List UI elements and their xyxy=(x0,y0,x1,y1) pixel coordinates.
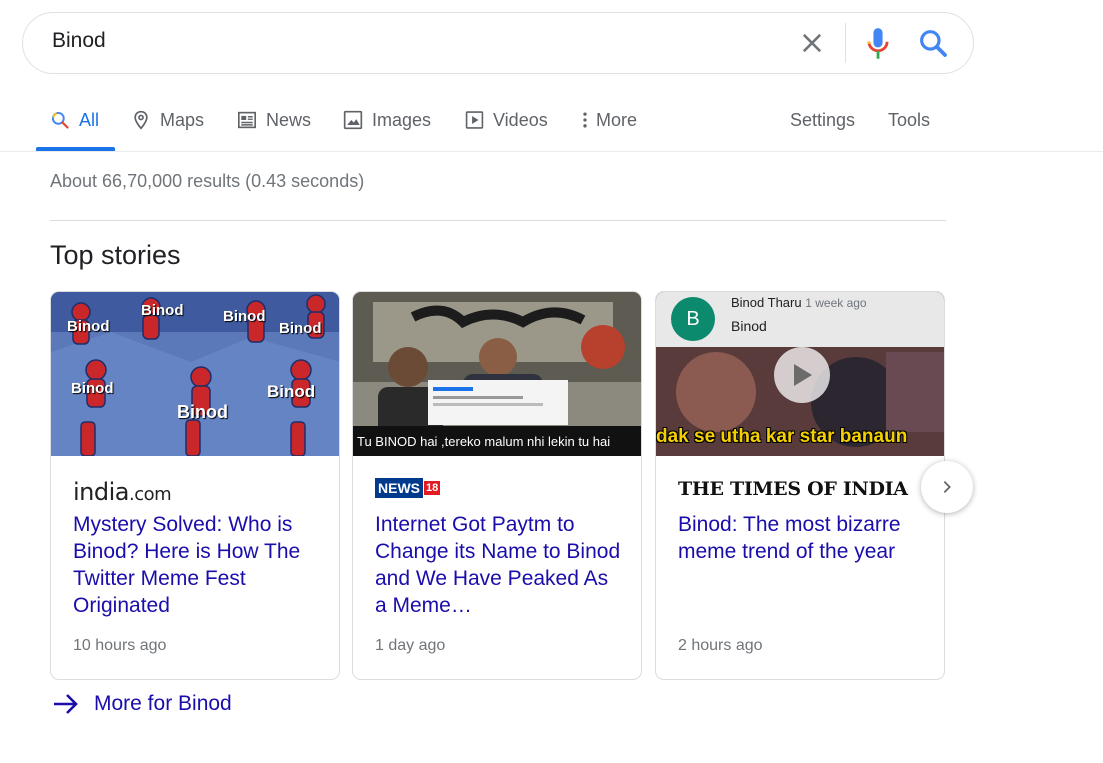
source-logo-text: THE TIMES OF INDIA xyxy=(678,478,908,500)
meme-label: Binod xyxy=(223,308,266,325)
tab-news[interactable]: News xyxy=(237,107,311,133)
search-icon xyxy=(51,111,69,129)
tab-more[interactable]: More xyxy=(580,107,637,133)
chevron-right-icon xyxy=(943,481,951,493)
tools-link[interactable]: Tools xyxy=(888,107,930,133)
story-headline[interactable]: Internet Got Paytm to Change its Name to… xyxy=(375,511,625,619)
arrow-right-icon xyxy=(54,694,78,714)
story-time: 2 hours ago xyxy=(678,637,763,654)
news-source-logo: THE TIMES OF INDIA xyxy=(678,478,908,504)
story-time: 10 hours ago xyxy=(73,637,167,654)
comment-author: Binod Tharu 1 week ago xyxy=(731,295,867,310)
clear-icon[interactable] xyxy=(798,29,826,57)
meme-label: Binod xyxy=(141,302,184,319)
video-subtitle: dak se utha kar star banaun xyxy=(656,426,908,447)
tab-label: Videos xyxy=(493,109,548,130)
comment-time: 1 week ago xyxy=(805,296,867,310)
comment-text: Binod xyxy=(731,318,767,334)
source-logo-main: india xyxy=(73,478,130,506)
settings-link[interactable]: Settings xyxy=(790,107,855,133)
play-video-icon xyxy=(465,111,484,129)
story-thumbnail: B Binod Tharu 1 week ago Binod dak se ut… xyxy=(656,292,944,456)
news-source-logo: india.com xyxy=(73,478,172,506)
meme-label: Binod xyxy=(71,380,114,397)
source-logo-badge: 18 xyxy=(424,481,441,495)
story-thumbnail: Tu BINOD hai ,tereko malum nhi lekin tu … xyxy=(353,292,641,456)
tab-label: News xyxy=(266,109,312,130)
tab-videos[interactable]: Videos xyxy=(465,107,548,133)
story-card[interactable]: Binod Binod Binod Binod Binod Binod Bino… xyxy=(50,291,340,680)
divider xyxy=(50,220,946,221)
avatar: B xyxy=(671,297,715,341)
tab-label: All xyxy=(79,109,100,130)
story-time: 1 day ago xyxy=(375,637,446,654)
meme-label: Binod xyxy=(67,318,110,335)
meme-label: Binod xyxy=(279,320,322,337)
tab-all[interactable]: All xyxy=(50,107,99,133)
tab-label: Images xyxy=(372,109,432,130)
story-thumbnail: Binod Binod Binod Binod Binod Binod Bino… xyxy=(51,292,339,456)
meme-label: Binod xyxy=(177,402,228,422)
active-tab-indicator xyxy=(36,147,115,151)
tab-images[interactable]: Images xyxy=(343,107,431,133)
result-stats: About 66,70,000 results (0.43 seconds) xyxy=(50,171,365,191)
more-stories-link[interactable]: More for Binod xyxy=(52,692,232,716)
story-headline[interactable]: Mystery Solved: Who is Binod? Here is Ho… xyxy=(73,511,323,619)
source-logo-main: NEWS xyxy=(375,478,423,498)
top-stories-title: Top stories xyxy=(50,240,181,270)
news-source-logo: NEWS 18 xyxy=(375,478,441,504)
image-icon xyxy=(343,110,363,130)
spiderman-meme-image xyxy=(51,292,339,456)
search-divider xyxy=(845,23,846,63)
more-vertical-icon xyxy=(583,112,587,128)
tab-label: Maps xyxy=(160,109,205,130)
carousel-next-button[interactable] xyxy=(921,461,973,513)
play-icon[interactable] xyxy=(774,347,830,403)
story-card[interactable]: Tu BINOD hai ,tereko malum nhi lekin tu … xyxy=(352,291,642,680)
comment-author-name: Binod Tharu xyxy=(731,295,802,310)
source-logo-suffix: .com xyxy=(129,484,172,505)
newspaper-icon xyxy=(238,111,256,129)
story-headline[interactable]: Binod: The most bizarre meme trend of th… xyxy=(678,511,928,565)
search-icon[interactable] xyxy=(917,27,949,59)
story-card[interactable]: B Binod Tharu 1 week ago Binod dak se ut… xyxy=(655,291,945,680)
meme-label: Binod xyxy=(267,382,316,401)
search-input[interactable]: Binod xyxy=(52,29,106,53)
map-pin-icon xyxy=(134,110,148,130)
tab-label: More xyxy=(596,109,638,130)
comment-header: B Binod Tharu 1 week ago Binod xyxy=(656,292,944,347)
more-stories-label: More for Binod xyxy=(94,692,232,715)
search-tabs: All Maps News Images Videos More Setting… xyxy=(0,95,1103,152)
tab-maps[interactable]: Maps xyxy=(131,107,204,133)
search-box[interactable]: Binod xyxy=(22,12,974,74)
microphone-icon[interactable] xyxy=(864,27,892,61)
video-caption: Tu BINOD hai ,tereko malum nhi lekin tu … xyxy=(353,426,641,456)
